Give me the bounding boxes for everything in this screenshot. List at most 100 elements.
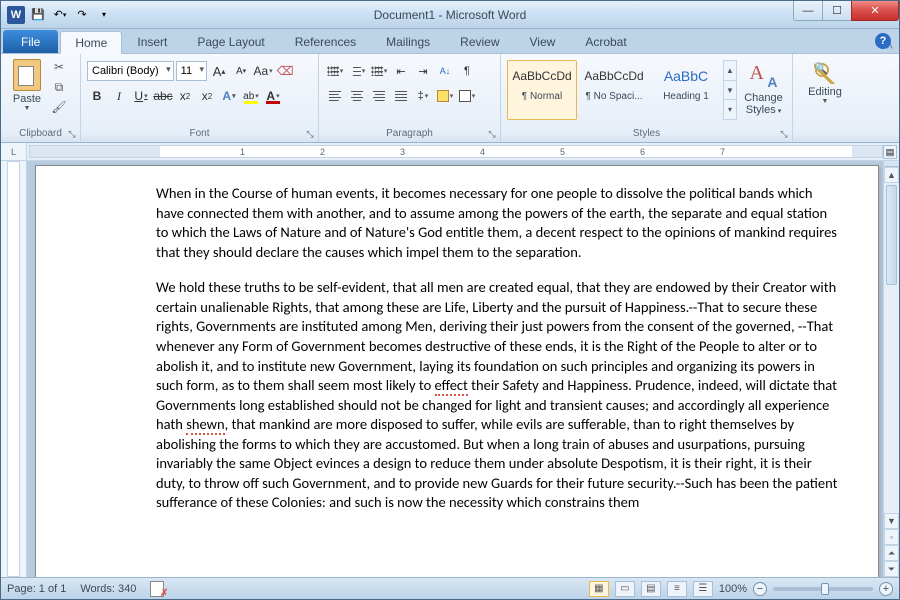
ruler-toggle-icon[interactable]: ▤ bbox=[883, 145, 897, 159]
zoom-knob[interactable] bbox=[821, 583, 829, 595]
status-bar: Page: 1 of 1 Words: 340 ▦ ▭ ▤ ≡ ☰ 100% −… bbox=[1, 577, 899, 599]
align-left-icon[interactable] bbox=[325, 86, 345, 106]
document-page[interactable]: When in the Course of human events, it b… bbox=[35, 165, 879, 577]
styles-launcher-icon[interactable]: ⤡ bbox=[778, 128, 790, 140]
align-right-icon[interactable] bbox=[369, 86, 389, 106]
gallery-scroll[interactable]: ▲ ▼ ▾ bbox=[723, 60, 737, 120]
italic-button[interactable]: I bbox=[109, 86, 129, 106]
sort-icon[interactable]: A↓ bbox=[435, 61, 455, 81]
proofing-status-icon[interactable] bbox=[150, 581, 166, 597]
editing-button[interactable]: 🔍 Editing ▼ bbox=[799, 60, 851, 105]
increase-indent-icon[interactable]: ⇥ bbox=[413, 61, 433, 81]
cut-icon[interactable]: ✂ bbox=[51, 59, 67, 75]
style-normal[interactable]: AaBbCcDd ¶ Normal bbox=[507, 60, 577, 120]
status-words[interactable]: Words: 340 bbox=[80, 583, 136, 595]
subscript-button[interactable]: x2 bbox=[175, 86, 195, 106]
next-page-icon[interactable]: ⏷ bbox=[884, 561, 899, 577]
paste-button[interactable]: Paste ▼ bbox=[7, 57, 47, 112]
line-spacing-icon[interactable]: ‡▾ bbox=[413, 86, 433, 106]
shading-icon[interactable]: ▾ bbox=[435, 86, 455, 106]
spelling-error[interactable]: shewn bbox=[186, 415, 224, 435]
gallery-up-icon[interactable]: ▲ bbox=[724, 61, 736, 81]
change-styles-button[interactable]: AA Change Styles ▾ bbox=[741, 60, 786, 116]
view-print-layout-icon[interactable]: ▦ bbox=[589, 581, 609, 597]
numbering-icon[interactable]: ▾ bbox=[347, 61, 367, 81]
paragraph-1[interactable]: When in the Course of human events, it b… bbox=[156, 184, 838, 262]
file-tab[interactable]: File bbox=[3, 30, 58, 53]
format-painter-icon[interactable]: 🖌 bbox=[51, 99, 67, 115]
font-launcher-icon[interactable]: ⤡ bbox=[304, 128, 316, 140]
ruler-num: 2 bbox=[320, 147, 325, 157]
view-full-reading-icon[interactable]: ▭ bbox=[615, 581, 635, 597]
copy-icon[interactable]: ⧉ bbox=[51, 79, 67, 95]
decrease-indent-icon[interactable]: ⇤ bbox=[391, 61, 411, 81]
change-case-icon[interactable]: Aa▾ bbox=[253, 61, 273, 81]
tab-insert[interactable]: Insert bbox=[122, 30, 182, 53]
view-outline-icon[interactable]: ≡ bbox=[667, 581, 687, 597]
page-scroll: When in the Course of human events, it b… bbox=[27, 161, 899, 577]
show-marks-icon[interactable]: ¶ bbox=[457, 61, 477, 81]
bullets-icon[interactable]: ▾ bbox=[325, 61, 345, 81]
tab-selector-icon[interactable]: L bbox=[1, 143, 27, 160]
font-color-icon[interactable]: A▾ bbox=[263, 86, 283, 106]
style-heading1[interactable]: AaBbC Heading 1 bbox=[651, 60, 721, 120]
minimize-button[interactable]: — bbox=[793, 1, 823, 21]
align-justify-icon[interactable] bbox=[391, 86, 411, 106]
word-app-icon[interactable]: W bbox=[7, 6, 25, 24]
close-button[interactable]: ✕ bbox=[851, 1, 899, 21]
strikethrough-button[interactable]: abc bbox=[153, 86, 173, 106]
vertical-scrollbar[interactable]: ▲ ▼ ◦ ⏶ ⏷ bbox=[883, 161, 899, 577]
bold-button[interactable]: B bbox=[87, 86, 107, 106]
zoom-level[interactable]: 100% bbox=[719, 583, 747, 595]
style-no-spacing[interactable]: AaBbCcDd ¶ No Spaci... bbox=[579, 60, 649, 120]
tab-review[interactable]: Review bbox=[445, 30, 514, 53]
view-web-layout-icon[interactable]: ▤ bbox=[641, 581, 661, 597]
undo-icon[interactable]: ↶▾ bbox=[51, 6, 69, 24]
tab-mailings[interactable]: Mailings bbox=[371, 30, 445, 53]
font-size-combo[interactable]: 11 bbox=[176, 61, 207, 81]
prev-page-icon[interactable]: ⏶ bbox=[884, 545, 899, 561]
zoom-in-button[interactable]: + bbox=[879, 582, 893, 596]
highlight-color-icon[interactable]: ab▾ bbox=[241, 86, 261, 106]
paragraph-2[interactable]: We hold these truths to be self-evident,… bbox=[156, 278, 838, 513]
scroll-up-icon[interactable]: ▲ bbox=[884, 167, 899, 183]
zoom-out-button[interactable]: − bbox=[753, 582, 767, 596]
redo-icon[interactable]: ↷ bbox=[73, 6, 91, 24]
font-name-combo[interactable]: Calibri (Body) bbox=[87, 61, 174, 81]
horizontal-ruler[interactable]: 1 2 3 4 5 6 7 bbox=[29, 145, 883, 158]
clipboard-launcher-icon[interactable]: ⤡ bbox=[66, 128, 78, 140]
help-icon[interactable]: ? bbox=[875, 33, 891, 49]
browse-object-icon[interactable]: ◦ bbox=[884, 529, 899, 545]
status-page[interactable]: Page: 1 of 1 bbox=[7, 583, 66, 595]
tab-acrobat[interactable]: Acrobat bbox=[570, 30, 641, 53]
gallery-more-icon[interactable]: ▾ bbox=[724, 100, 736, 119]
tab-view[interactable]: View bbox=[515, 30, 571, 53]
align-center-icon[interactable] bbox=[347, 86, 367, 106]
font-group-label: Font bbox=[81, 126, 318, 141]
scroll-thumb[interactable] bbox=[886, 185, 897, 285]
spelling-error[interactable]: effect bbox=[435, 376, 468, 396]
underline-button[interactable]: U▾ bbox=[131, 86, 151, 106]
save-icon[interactable]: 💾 bbox=[29, 6, 47, 24]
gallery-down-icon[interactable]: ▼ bbox=[724, 81, 736, 101]
zoom-slider[interactable] bbox=[773, 587, 873, 591]
superscript-button[interactable]: x2 bbox=[197, 86, 217, 106]
group-paragraph: ▾ ▾ ▾ ⇤ ⇥ A↓ ¶ ‡▾ ▾ ▾ Paragraph ⤡ bbox=[319, 54, 501, 142]
paragraph-launcher-icon[interactable]: ⤡ bbox=[486, 128, 498, 140]
title-bar: W 💾 ↶▾ ↷ ▾ Document1 - Microsoft Word — … bbox=[1, 1, 899, 29]
view-draft-icon[interactable]: ☰ bbox=[693, 581, 713, 597]
tab-home[interactable]: Home bbox=[60, 31, 122, 54]
tab-page-layout[interactable]: Page Layout bbox=[182, 30, 279, 53]
clear-format-icon[interactable]: ⌫ bbox=[275, 61, 295, 81]
maximize-button[interactable]: ☐ bbox=[822, 1, 852, 21]
vertical-ruler[interactable] bbox=[1, 161, 27, 577]
borders-icon[interactable]: ▾ bbox=[457, 86, 477, 106]
text-effects-icon[interactable]: A▾ bbox=[219, 86, 239, 106]
shrink-font-icon[interactable]: A▾ bbox=[231, 61, 251, 81]
qat-customize-icon[interactable]: ▾ bbox=[95, 6, 113, 24]
tab-references[interactable]: References bbox=[280, 30, 371, 53]
ruler-num: 3 bbox=[400, 147, 405, 157]
multilevel-list-icon[interactable]: ▾ bbox=[369, 61, 389, 81]
scroll-down-icon[interactable]: ▼ bbox=[884, 513, 899, 529]
grow-font-icon[interactable]: A▴ bbox=[209, 61, 229, 81]
